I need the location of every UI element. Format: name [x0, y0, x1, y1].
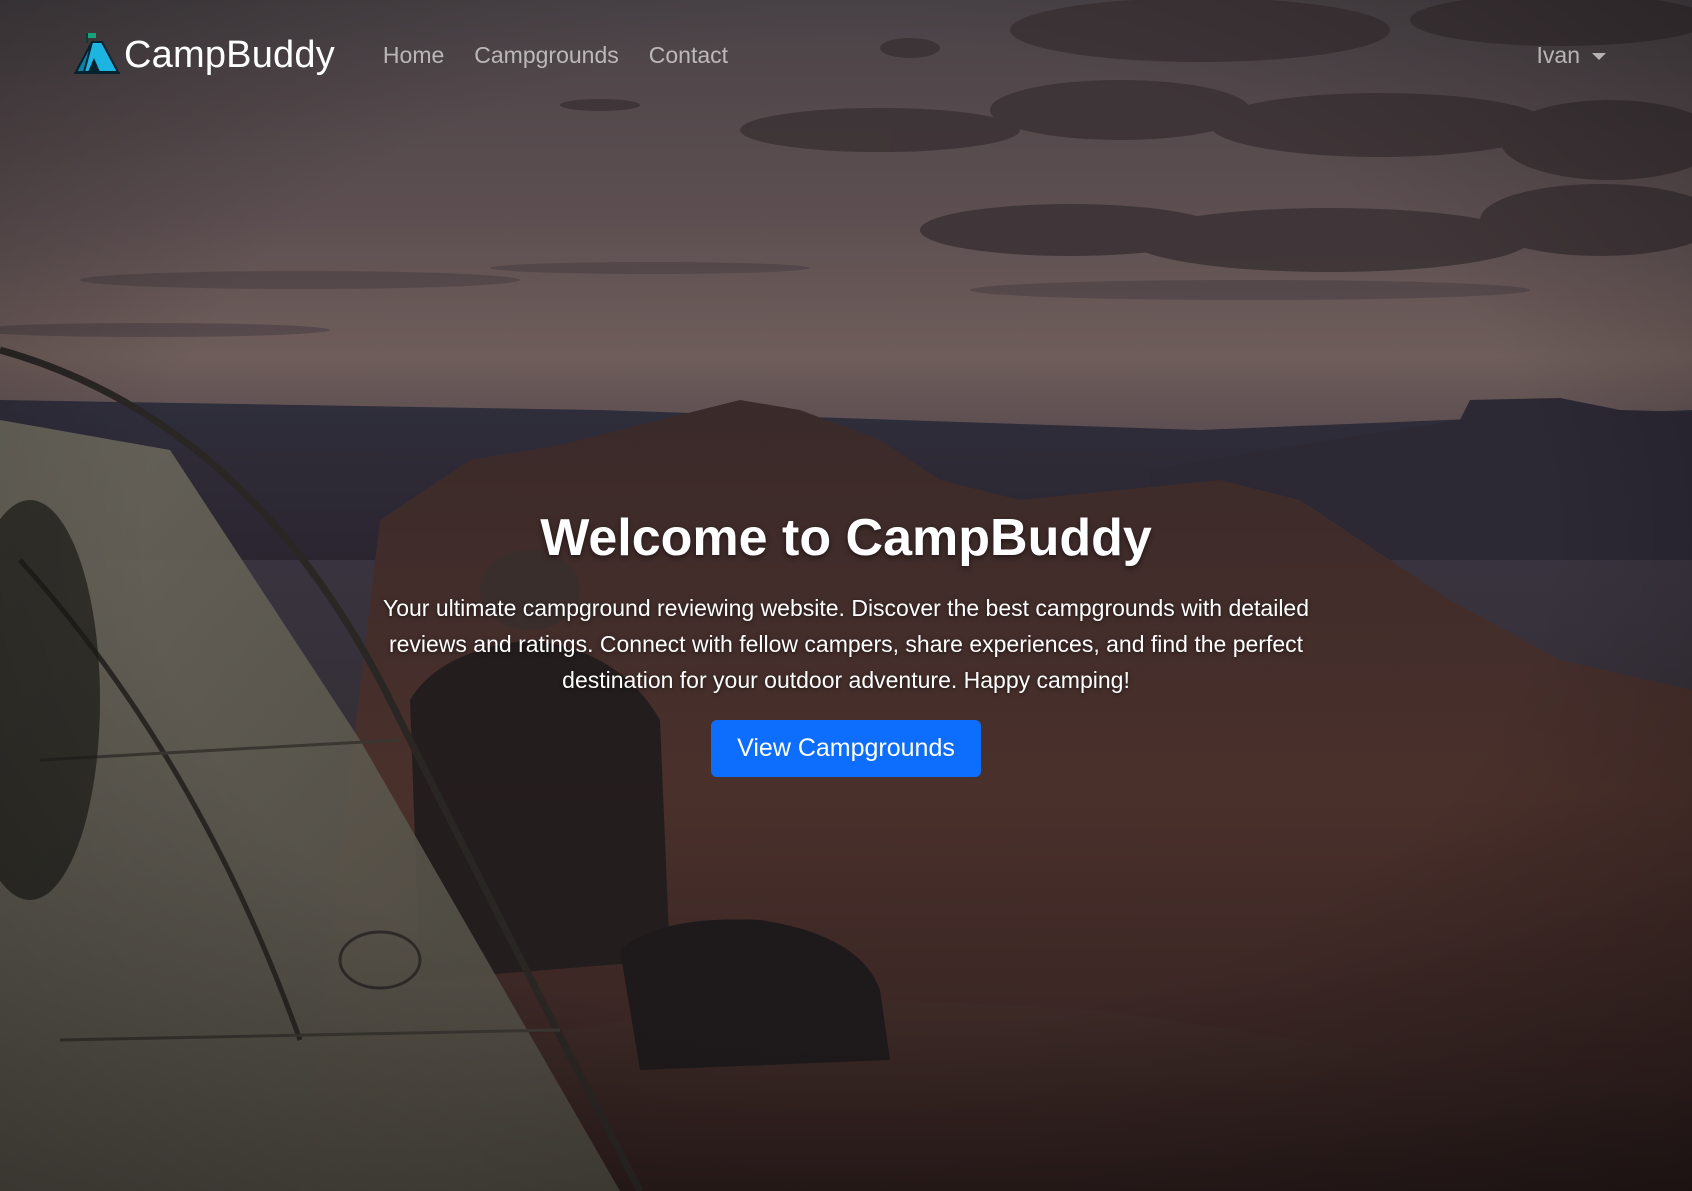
hero-title: Welcome to CampBuddy — [540, 509, 1152, 567]
user-menu-dropdown[interactable]: Ivan — [1537, 42, 1606, 69]
user-menu-label: Ivan — [1536, 41, 1580, 68]
nav-link-home[interactable]: Home — [383, 42, 444, 69]
hero-description: Your ultimate campground reviewing websi… — [382, 595, 1310, 693]
hero-content: Welcome to CampBuddy Your ultimate campg… — [0, 508, 1692, 777]
landing-page: CampBuddy Home Campgrounds Contact Ivan … — [0, 0, 1692, 1191]
nav-links: Home Campgrounds Contact — [383, 42, 758, 69]
tent-logo-icon — [72, 30, 124, 81]
caret-down-icon — [1592, 52, 1606, 60]
nav-link-contact[interactable]: Contact — [649, 42, 728, 69]
brand-name: CampBuddy — [124, 33, 335, 76]
brand-link[interactable]: CampBuddy — [72, 30, 335, 81]
main-navbar: CampBuddy Home Campgrounds Contact Ivan — [0, 0, 1692, 110]
nav-link-campgrounds[interactable]: Campgrounds — [474, 42, 618, 69]
view-campgrounds-button[interactable]: View Campgrounds — [711, 720, 981, 777]
